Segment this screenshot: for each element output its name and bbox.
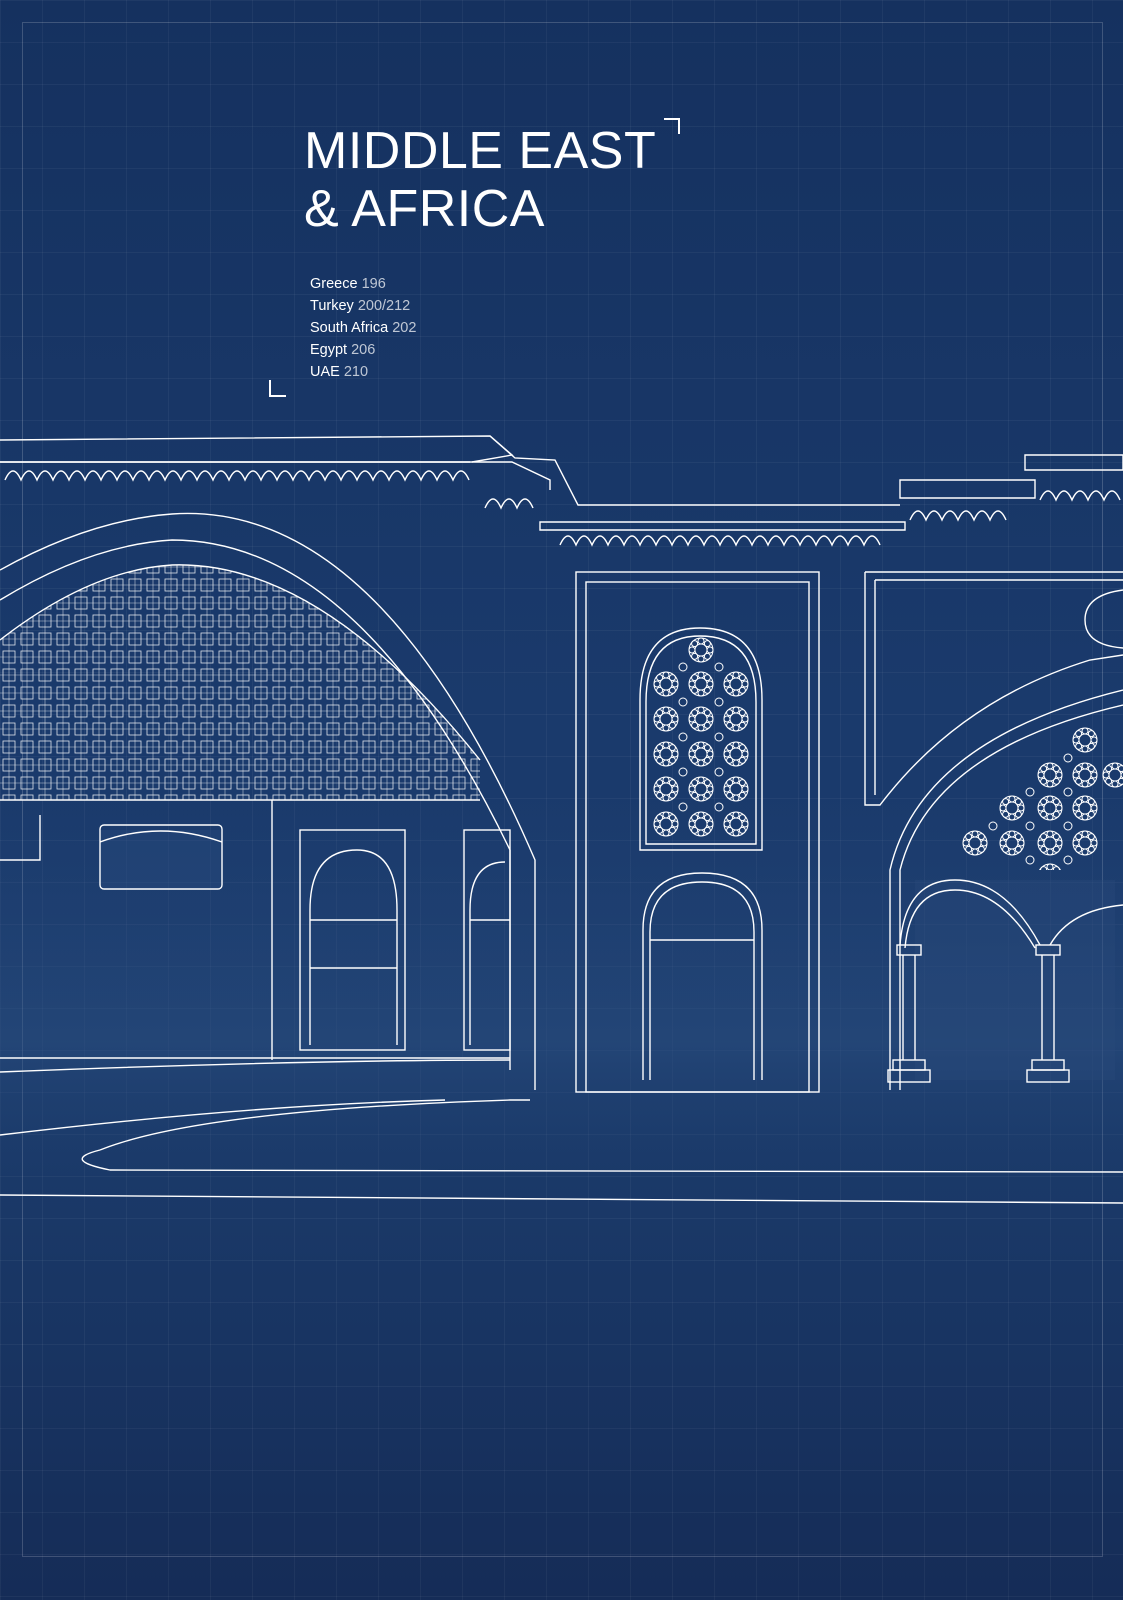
right-panel xyxy=(864,572,1123,806)
architecture-line-drawing xyxy=(0,435,1123,1210)
toc-row[interactable]: UAE 210 xyxy=(310,361,416,383)
toc-page: 200/212 xyxy=(357,298,411,314)
toc-row[interactable]: Turkey 200/212 xyxy=(310,295,416,317)
parapet-step xyxy=(489,435,900,506)
toc-country: Egypt xyxy=(310,342,352,358)
toc-country: UAE xyxy=(310,364,344,380)
parapet-middle xyxy=(539,521,906,531)
corner-bracket-bottom-left xyxy=(269,380,286,397)
toc-row[interactable]: Greece 196 xyxy=(310,273,416,295)
chapter-title-line2: & AFRICA xyxy=(304,180,545,238)
corner-bracket-top-right xyxy=(664,118,680,134)
country-index: Greece 196 Turkey 200/212 South Africa 2… xyxy=(310,273,416,383)
toc-page: 202 xyxy=(392,320,417,336)
toc-page: 210 xyxy=(343,364,369,380)
chapter-title-line1: MIDDLE EAST xyxy=(304,122,657,180)
toc-country: Turkey xyxy=(310,298,358,314)
toc-page: 196 xyxy=(361,276,386,292)
toc-page: 206 xyxy=(351,342,376,358)
chapter-title: MIDDLE EAST & AFRICA xyxy=(304,122,656,238)
toc-row[interactable]: Egypt 206 xyxy=(310,339,416,361)
parapet-left xyxy=(0,435,514,463)
battlements-middle xyxy=(559,535,881,547)
parapet-right xyxy=(899,479,1036,499)
toc-country: South Africa xyxy=(310,320,393,336)
battlements-left xyxy=(4,470,470,482)
toc-row[interactable]: South Africa 202 xyxy=(310,317,416,339)
chapter-divider-page: MIDDLE EAST & AFRICA Greece 196 Turkey 2… xyxy=(0,0,1123,1600)
lattice-screen xyxy=(0,564,480,800)
toc-country: Greece xyxy=(310,276,362,292)
